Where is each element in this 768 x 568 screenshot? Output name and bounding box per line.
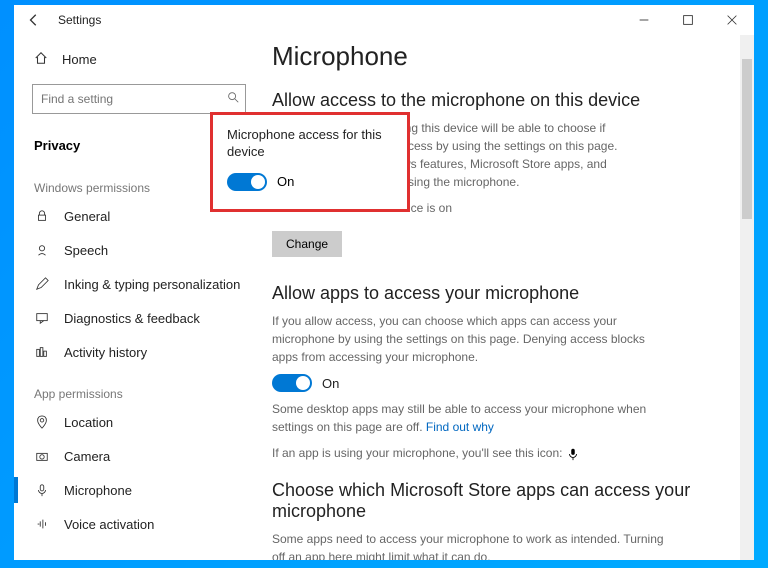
sidebar-item-label: Voice activation — [64, 517, 154, 532]
sidebar-item-activity[interactable]: Activity history — [14, 335, 264, 369]
section-choose-apps: Choose which Microsoft Store apps can ac… — [272, 480, 726, 522]
mic-indicator-icon — [566, 446, 580, 460]
window-title: Settings — [58, 13, 101, 27]
sidebar-item-label: Microphone — [64, 483, 132, 498]
sidebar-item-label: Location — [64, 415, 113, 430]
page-title: Microphone — [272, 41, 726, 72]
callout-title: Microphone access for this device — [227, 127, 393, 161]
sidebar-item-microphone[interactable]: Microphone — [14, 473, 264, 507]
sidebar-item-speech[interactable]: Speech — [14, 233, 264, 267]
sidebar-item-label: Camera — [64, 449, 110, 464]
sidebar-home-label: Home — [62, 52, 97, 67]
sidebar-item-label: Inking & typing personalization — [64, 277, 240, 292]
device-desc: ing this device will be able to choose i… — [402, 119, 726, 191]
callout-toggle-row: On — [227, 173, 393, 191]
section-allow-device: Allow access to the microphone on this d… — [272, 90, 726, 111]
minimize-icon — [637, 13, 651, 27]
location-icon — [34, 414, 50, 430]
find-out-why-link[interactable]: Find out why — [426, 420, 494, 434]
sidebar-item-diagnostics[interactable]: Diagnostics & feedback — [14, 301, 264, 335]
sidebar-item-location[interactable]: Location — [14, 405, 264, 439]
change-button[interactable]: Change — [272, 231, 342, 257]
lock-icon — [34, 208, 50, 224]
sidebar-item-label: Activity history — [64, 345, 147, 360]
microphone-icon — [34, 482, 50, 498]
settings-window: Settings Home Privacy Windows permission… — [14, 5, 754, 560]
arrow-left-icon — [27, 13, 41, 27]
usage-note: If an app is using your microphone, you'… — [272, 444, 672, 462]
search-icon[interactable] — [226, 90, 240, 109]
section-allow-apps: Allow apps to access your microphone — [272, 283, 726, 304]
apps-toggle-row: On — [272, 374, 726, 392]
speech-icon — [34, 242, 50, 258]
window-controls — [622, 5, 754, 35]
feedback-icon — [34, 310, 50, 326]
camera-icon — [34, 448, 50, 464]
sidebar-item-camera[interactable]: Camera — [14, 439, 264, 473]
sidebar-item-label: General — [64, 209, 110, 224]
apps-desc: If you allow access, you can choose whic… — [272, 312, 672, 366]
device-status: vice is on — [402, 199, 726, 217]
titlebar: Settings — [14, 5, 754, 35]
back-button[interactable] — [22, 8, 46, 32]
close-icon — [725, 13, 739, 27]
scrollbar[interactable] — [740, 35, 754, 560]
apps-toggle[interactable] — [272, 374, 312, 392]
history-icon — [34, 344, 50, 360]
sidebar-item-label: Speech — [64, 243, 108, 258]
desktop-note: Some desktop apps may still be able to a… — [272, 400, 672, 436]
sidebar-item-label: Diagnostics & feedback — [64, 311, 200, 326]
sidebar-item-inking[interactable]: Inking & typing personalization — [14, 267, 264, 301]
sidebar-item-voice[interactable]: Voice activation — [14, 507, 264, 541]
device-toggle[interactable] — [227, 173, 267, 191]
apps-toggle-label: On — [322, 376, 339, 391]
maximize-button[interactable] — [666, 5, 710, 35]
sidebar-home[interactable]: Home — [14, 43, 264, 76]
choose-desc: Some apps need to access your microphone… — [272, 530, 672, 560]
search-input[interactable] — [32, 84, 246, 114]
home-icon — [34, 51, 48, 68]
close-button[interactable] — [710, 5, 754, 35]
maximize-icon — [681, 13, 695, 27]
voice-icon — [34, 516, 50, 532]
device-toggle-label: On — [277, 174, 294, 189]
minimize-button[interactable] — [622, 5, 666, 35]
pen-icon — [34, 276, 50, 292]
callout-highlight: Microphone access for this device On — [210, 112, 410, 212]
sidebar-section-app: App permissions — [14, 369, 264, 405]
scrollbar-thumb[interactable] — [742, 59, 752, 219]
sidebar-search — [32, 84, 246, 114]
